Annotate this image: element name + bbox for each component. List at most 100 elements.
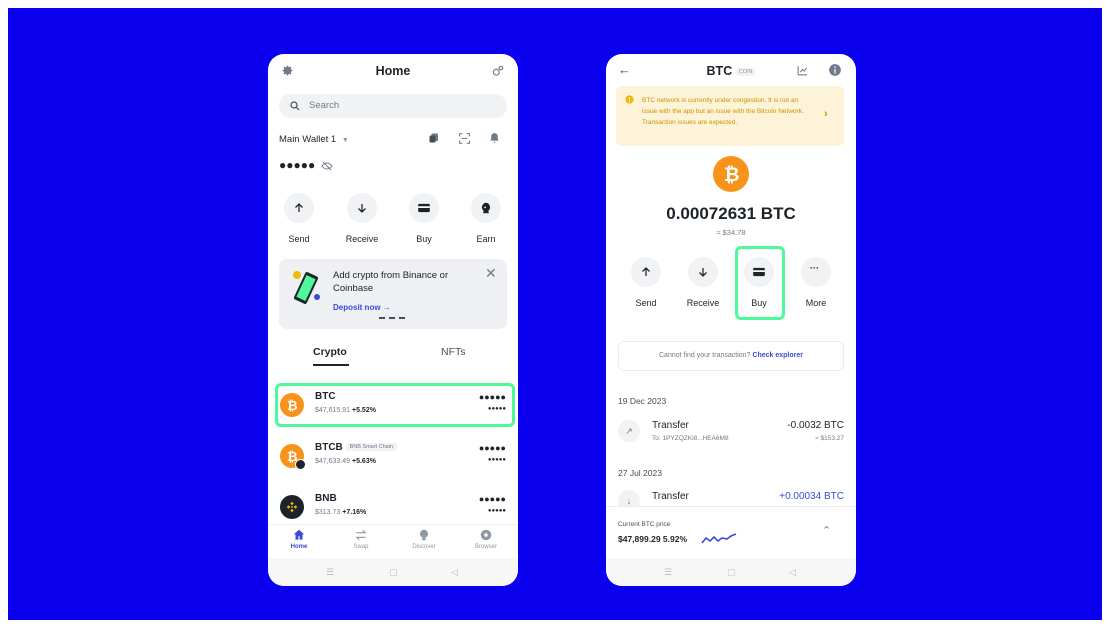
nav-discover-label: Discover (412, 544, 436, 550)
more-dots-icon: ··· (801, 257, 831, 287)
bitcoin-logo-icon: ₿ (713, 156, 749, 192)
page-title: Home (375, 64, 411, 78)
promo-text: Add crypto from Binance or Coinbase (333, 270, 449, 294)
top-bar: ← BTC COIN (606, 54, 856, 88)
tx-date: 27 Jul 2023 (618, 468, 662, 478)
receive-action[interactable]: Receive (337, 193, 387, 244)
asset-change: +5.63% (352, 458, 376, 465)
deposit-illustration-icon (289, 267, 325, 307)
copy-icon[interactable] (428, 132, 440, 144)
btc-detail-screen: ← BTC COIN BTC network is currently unde… (606, 54, 856, 586)
back-triangle-icon[interactable]: ◁ (451, 567, 458, 578)
asset-symbol-text: BTCB (315, 442, 343, 453)
swap-icon (336, 528, 386, 544)
wallet-name: Main Wallet 1 (279, 134, 337, 145)
home-screen: Home Search Main Wallet 1 ▼ ●●●●● Send R… (268, 54, 518, 586)
check-explorer-link[interactable]: Check explorer (752, 352, 803, 359)
nav-discover[interactable]: Discover (399, 528, 449, 550)
tx-address: To: 1PYZQZKi8...HEA6M8 (652, 435, 729, 442)
network-warning-banner[interactable]: BTC network is currently under congestio… (616, 86, 844, 146)
wallet-selector[interactable]: Main Wallet 1 ▼ (279, 134, 349, 145)
deposit-now-link[interactable]: Deposit now → (333, 303, 391, 312)
nav-home[interactable]: Home (274, 528, 324, 550)
buy-label: Buy (416, 234, 432, 244)
hidden-balance: ●●●●● (279, 158, 333, 172)
chevron-up-icon[interactable]: ⌃ (822, 524, 831, 537)
asset-price: $313.73 (315, 509, 341, 516)
receive-label: Receive (345, 234, 379, 244)
asset-fiat: ●●●●● (487, 457, 506, 463)
asset-change: +7.16% (342, 509, 367, 516)
explorer-text: Cannot find your transaction? (659, 352, 751, 359)
notification-bell-icon[interactable] (488, 132, 501, 145)
list-item[interactable]: ₿ BTCB BNB Smart Chain $47,633.49 +5.63%… (278, 435, 514, 477)
close-icon[interactable]: ✕ (485, 265, 497, 282)
send-action[interactable]: Send (621, 257, 671, 308)
price-label: Current BTC price (618, 521, 671, 528)
nav-browser-label: Browser (474, 544, 497, 550)
carousel-indicator (379, 317, 405, 319)
balance-mask: ●●●●● (279, 158, 316, 172)
search-input[interactable]: Search (279, 94, 507, 118)
svg-text:₿: ₿ (724, 165, 739, 184)
check-explorer-box[interactable]: Cannot find your transaction? Check expl… (618, 341, 844, 371)
info-icon[interactable] (828, 63, 842, 77)
home-square-icon[interactable]: ▢ (727, 567, 736, 578)
home-icon (274, 528, 324, 544)
deposit-promo-card[interactable]: Add crypto from Binance or Coinbase Depo… (279, 259, 507, 329)
top-bar: Home (268, 54, 518, 88)
list-item[interactable]: BNB $313.73 +7.16% ●●●●● ●●●●● (278, 486, 514, 528)
bottom-nav: Home Swap Discover Browser (268, 524, 518, 558)
browser-icon (461, 528, 511, 544)
walletconnect-icon[interactable] (491, 64, 505, 78)
asset-price: $47,633.49 (315, 458, 351, 465)
card-icon (409, 193, 439, 223)
tx-date: 19 Dec 2023 (618, 396, 667, 406)
more-label: More (805, 298, 827, 308)
coin-balance: 0.00072631 BTC (666, 204, 796, 223)
arrow-down-icon (347, 193, 377, 223)
chevron-down-icon: ▼ (341, 137, 349, 144)
menu-icon[interactable]: ☰ (326, 567, 334, 578)
coin-badge: COIN (735, 67, 756, 76)
search-icon (289, 100, 301, 112)
nav-browser[interactable]: Browser (461, 528, 511, 550)
discover-icon (399, 528, 449, 544)
blue-background (8, 8, 1102, 620)
tab-crypto[interactable]: Crypto (313, 346, 349, 366)
chart-icon[interactable] (796, 64, 809, 77)
back-triangle-icon[interactable]: ◁ (789, 567, 796, 578)
more-action[interactable]: ··· More (791, 257, 841, 308)
earn-label: Earn (476, 234, 496, 244)
home-square-icon[interactable]: ▢ (389, 567, 398, 578)
scan-icon[interactable] (458, 132, 471, 145)
tx-type: Transfer (652, 420, 689, 431)
buy-button-highlight (735, 246, 785, 320)
bnb-icon (280, 495, 304, 519)
tab-crypto-label: Crypto (313, 346, 347, 358)
system-nav-bar: ☰ ▢ ◁ (606, 558, 856, 586)
menu-icon[interactable]: ☰ (664, 567, 672, 578)
asset-price-line: $47,633.49 +5.63% (315, 458, 376, 465)
current-price-bar[interactable]: Current BTC price $47,899.29 5.92% ⌃ (606, 506, 856, 558)
earn-action[interactable]: Earn (461, 193, 511, 244)
send-action[interactable]: Send (274, 193, 324, 244)
eye-off-icon[interactable] (320, 160, 333, 172)
arrow-up-icon (631, 257, 661, 287)
buy-action[interactable]: Buy (399, 193, 449, 244)
search-placeholder: Search (309, 100, 340, 111)
nav-home-label: Home (290, 544, 308, 550)
asset-price-line: $313.73 +7.16% (315, 509, 366, 516)
chain-badge: BNB Smart Chain (345, 443, 397, 452)
system-nav-bar: ☰ ▢ ◁ (268, 558, 518, 586)
price-sparkline (701, 531, 737, 545)
warning-text: BTC network is currently under congestio… (642, 97, 804, 126)
price-value: $47,899.29 5.92% (618, 534, 688, 544)
chevron-right-icon: › (824, 108, 828, 120)
receive-action[interactable]: Receive (678, 257, 728, 308)
nav-swap[interactable]: Swap (336, 528, 386, 550)
fiat-value: ≈ $34.78 (716, 228, 746, 237)
tab-underline (313, 364, 349, 366)
tab-nfts[interactable]: NFTs (441, 346, 466, 358)
arrow-up-icon (284, 193, 314, 223)
